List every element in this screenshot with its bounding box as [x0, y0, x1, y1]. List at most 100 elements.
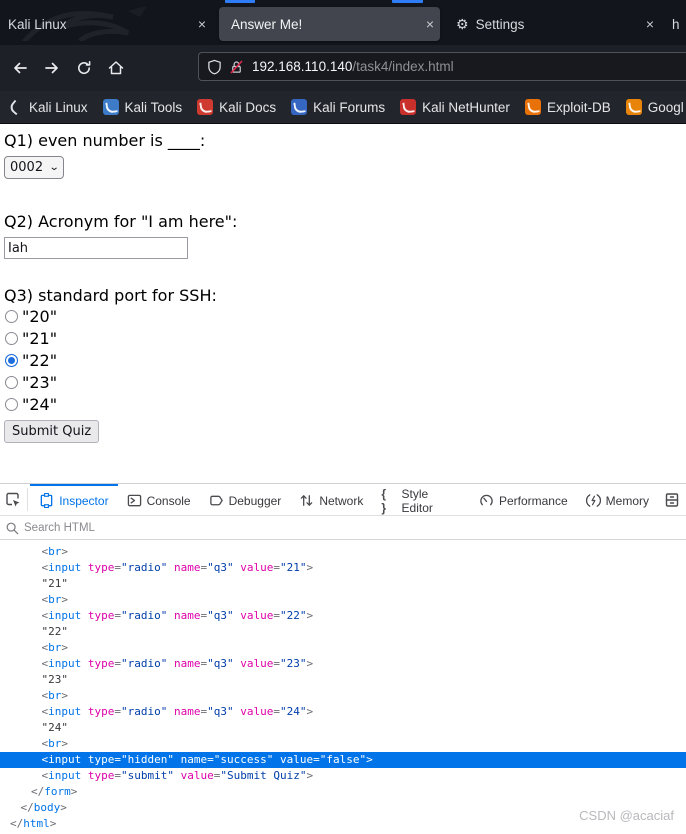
radio-option-label: "20": [22, 306, 58, 326]
google-hacking-icon: [625, 99, 642, 115]
q3-options: "20" "21" "22" "23" "24": [4, 305, 686, 415]
page-content: Q1) even number is ____: 0002 ⌄ Q2) Acro…: [0, 124, 686, 483]
tab-title: Answer Me!: [231, 16, 303, 32]
markup-line[interactable]: </form>: [0, 784, 686, 800]
bookmark-label: Kali Tools: [124, 99, 183, 115]
kali-nethunter-icon: [400, 99, 417, 115]
q2-text-input[interactable]: Iah: [4, 237, 188, 259]
radio-button[interactable]: [5, 397, 18, 411]
submit-quiz-button[interactable]: Submit Quiz: [4, 420, 100, 443]
tab-title: Kali Linux: [8, 16, 67, 32]
close-icon[interactable]: ×: [640, 16, 660, 32]
tab-label: Debugger: [228, 493, 282, 508]
markup-line[interactable]: <input type="radio" name="q3" value="24"…: [0, 704, 686, 720]
tab-title: Settings: [475, 16, 525, 32]
tab-console[interactable]: Console: [118, 484, 200, 515]
watermark: CSDN @acaciaf: [579, 808, 674, 823]
markup-line[interactable]: <input type="submit" value="Submit Quiz"…: [0, 768, 686, 784]
chevron-down-icon: ⌄: [48, 162, 60, 173]
radio-button[interactable]: [5, 309, 18, 323]
markup-line[interactable]: <input type="radio" name="q3" value="23"…: [0, 656, 686, 672]
close-icon[interactable]: ×: [192, 16, 212, 32]
reload-button[interactable]: [71, 55, 97, 81]
radio-option-row: "20": [5, 305, 686, 327]
tab-debugger[interactable]: Debugger: [200, 484, 291, 515]
kali-forums-icon: [291, 99, 308, 115]
memory-icon: [585, 494, 601, 507]
radio-button[interactable]: [5, 375, 18, 389]
radio-button[interactable]: [5, 353, 18, 367]
storage-icon: [665, 492, 679, 507]
close-icon[interactable]: ×: [420, 16, 440, 32]
radio-button[interactable]: [5, 331, 18, 345]
q2-value: Iah: [8, 240, 29, 256]
bookmark-label: Exploit-DB: [546, 99, 611, 115]
performance-icon: [480, 494, 493, 506]
tab-performance[interactable]: Performance: [470, 484, 577, 515]
style-editor-icon: { }: [381, 486, 387, 515]
tab-inspector[interactable]: Inspector: [30, 484, 118, 515]
exploit-db-icon: [524, 99, 541, 115]
search-icon: [6, 522, 19, 534]
forward-button[interactable]: [39, 55, 65, 81]
radio-option-label: "24": [22, 394, 58, 414]
tab-network[interactable]: Network: [290, 484, 372, 515]
bookmark-label: Kali Linux: [29, 99, 88, 115]
bookmark-item[interactable]: Kali Linux: [7, 99, 88, 115]
markup-line[interactable]: <br>: [0, 544, 686, 560]
bookmark-item[interactable]: Kali Forums: [291, 99, 385, 115]
insecure-lock-icon: [230, 60, 243, 73]
markup-line[interactable]: "24": [0, 720, 686, 736]
shield-icon: [208, 59, 221, 74]
bookmarks-toolbar: Kali Linux Kali Tools Kali Docs Kali Forums…: [0, 91, 686, 124]
markup-line[interactable]: <br>: [0, 592, 686, 608]
markup-line[interactable]: <input type="radio" name="q3" value="22"…: [0, 608, 686, 624]
tab-label: Network: [319, 493, 364, 508]
tab-label: Console: [146, 493, 191, 508]
bookmark-item[interactable]: Kali NetHunter: [400, 99, 510, 115]
q2-label: Q2) Acronym for "I am here":: [4, 212, 238, 231]
console-icon: [127, 494, 141, 507]
tab-kali-linux[interactable]: Kali Linux ×: [0, 7, 212, 41]
url-bar[interactable]: 192.168.110.140/task4/index.html: [198, 52, 686, 81]
bookmark-item[interactable]: Googl: [625, 99, 684, 115]
q1-dropdown[interactable]: 0002 ⌄: [4, 156, 64, 179]
bookmark-label: Kali NetHunter: [422, 99, 510, 115]
back-button[interactable]: [7, 55, 33, 81]
tab-style-editor[interactable]: { } Style Editor: [372, 484, 470, 515]
tab-settings[interactable]: ⚙ Settings ×: [448, 7, 660, 41]
radio-option-label: "23": [22, 372, 58, 392]
bookmark-label: Googl: [647, 99, 684, 115]
home-button[interactable]: [103, 55, 129, 81]
markup-line[interactable]: <br>: [0, 640, 686, 656]
markup-line[interactable]: "22": [0, 624, 686, 640]
bookmark-item[interactable]: Exploit-DB: [524, 99, 611, 115]
tab-answer-me[interactable]: Answer Me! ×: [219, 7, 440, 41]
markup-line[interactable]: "23": [0, 672, 686, 688]
markup-line[interactable]: <input type="radio" name="q3" value="21"…: [0, 560, 686, 576]
search-html-input[interactable]: [24, 521, 624, 534]
radio-option-label: "21": [22, 328, 58, 348]
tab-strip: Kali Linux × Answer Me! × ⚙ Settings × h: [0, 0, 686, 45]
toolbar-separator: [27, 488, 29, 511]
markup-line[interactable]: <br>: [0, 736, 686, 752]
markup-line[interactable]: "21": [0, 576, 686, 592]
tab-label: Inspector: [59, 493, 109, 508]
url-host: 192.168.110.140: [252, 59, 353, 74]
markup-line[interactable]: <input type="hidden" name="success" valu…: [0, 752, 686, 768]
tab-label: Style Editor: [401, 486, 433, 515]
bookmark-item[interactable]: Kali Tools: [102, 99, 183, 115]
pick-element-button[interactable]: [0, 484, 25, 515]
tab-indicator-segment: [225, 0, 255, 3]
radio-option-row: "23": [5, 371, 686, 393]
radio-option-row: "21": [5, 327, 686, 349]
tab-memory[interactable]: Memory: [577, 484, 658, 515]
markup-line[interactable]: <br>: [0, 688, 686, 704]
tab-partial[interactable]: h: [666, 7, 686, 41]
gear-icon: ⚙: [456, 15, 469, 32]
q1-selected-value: 0002: [10, 160, 44, 175]
q3-label: Q3) standard port for SSH:: [4, 286, 217, 305]
bookmark-item[interactable]: Kali Docs: [197, 99, 276, 115]
tab-indicator-segment: [392, 0, 423, 3]
tab-storage[interactable]: [658, 484, 686, 515]
